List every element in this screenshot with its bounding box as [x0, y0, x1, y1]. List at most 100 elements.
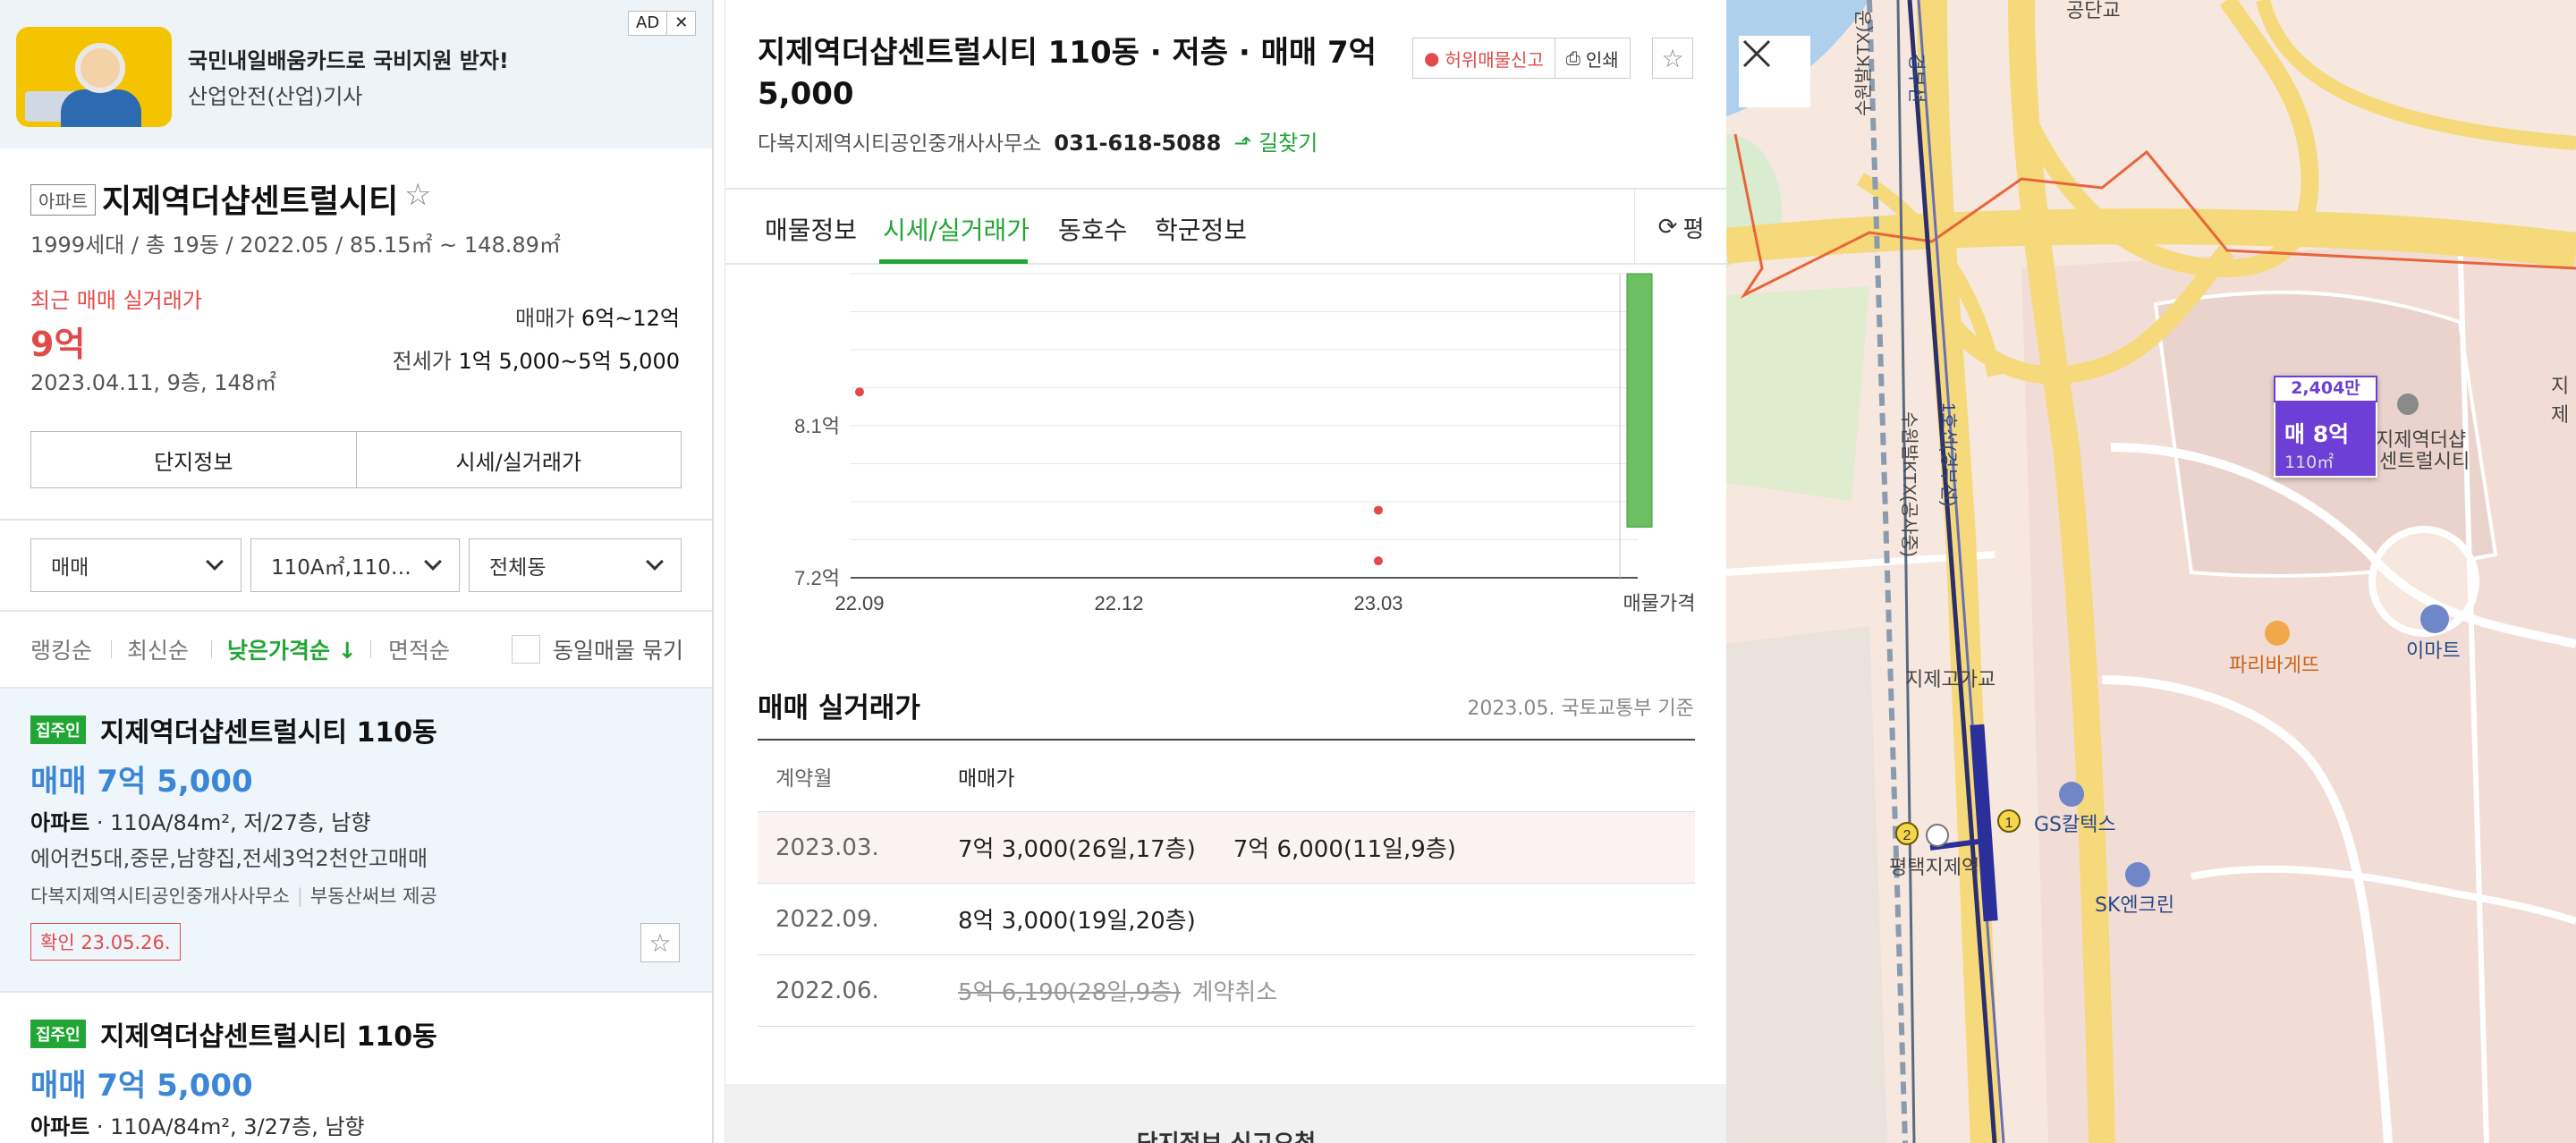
- map-label: 파리바게뜨: [2229, 655, 2320, 677]
- bottom-section: 단지정보 신고요청: [725, 1084, 1726, 1143]
- table-row[interactable]: 2023.03. 7억 3,000(26일,17층) 7억 6,000(11일,9…: [758, 812, 1695, 884]
- complex-info-button[interactable]: 단지정보: [31, 432, 356, 487]
- listing-type: 아파트: [30, 810, 90, 835]
- favorite-star-icon[interactable]: ☆: [1652, 38, 1693, 79]
- x-tick-label: 22.12: [1094, 592, 1143, 614]
- sort-latest[interactable]: 최신순: [127, 633, 189, 665]
- listing-price-label: 매물가격: [1623, 592, 1696, 614]
- ad-banner[interactable]: 국민내일배움카드로 국비지원 받자! 산업안전(산업)기사 AD ✕: [0, 0, 712, 148]
- x-tick-label: 23.03: [1353, 592, 1402, 614]
- sort-area[interactable]: 면적순: [388, 633, 450, 665]
- sale-range-value: 6억~12억: [580, 306, 680, 331]
- listing-title[interactable]: 지제역더샵센트럴시티 110동: [100, 710, 437, 749]
- jeonse-price-range: 전세가 1억 5,000~5억 5,000: [393, 343, 680, 375]
- ad-label: AD: [636, 13, 660, 32]
- listing-item[interactable]: 집주인 지제역더샵센트럴시티 110동 매매 7억 5,000 아파트 · 11…: [0, 991, 712, 1143]
- detail-agency: 다복지제역시티공인중개사사무소 031-618-5088 ⬏ 길찾기: [758, 125, 1318, 157]
- siren-icon: ●: [1424, 47, 1440, 69]
- listing-type: 아파트: [30, 1114, 90, 1139]
- ad-close-icon[interactable]: ✕: [666, 12, 695, 35]
- map-label: 이마트: [2406, 640, 2461, 663]
- complex-price-button[interactable]: 시세/실거래가: [355, 432, 682, 487]
- jeonse-range-value: 1억 5,000~5억 5,000: [458, 349, 680, 374]
- listing-spec: 아파트 · 110A/84m², 3/27층, 남향: [30, 1109, 365, 1140]
- table-row[interactable]: 2022.06. 5억 6,190(28일,9층) 계약취소: [758, 955, 1695, 1027]
- rail-label-line1: 1호선(경부선): [1938, 402, 1959, 506]
- ad-image[interactable]: [16, 27, 172, 127]
- deal-point: [1374, 556, 1383, 566]
- deal-price: 7억 6,000(11일,9층): [1233, 836, 1456, 863]
- listing-price-bar: [1626, 273, 1653, 528]
- tab-unit[interactable]: 동호수: [1058, 211, 1127, 247]
- recent-deal-price: 9억: [30, 325, 86, 364]
- deals-table: 계약월 매매가 2023.03. 7억 3,000(26일,17층) 7억 6,0…: [758, 739, 1695, 1027]
- report-request-link[interactable]: 단지정보 신고요청: [725, 1125, 1726, 1143]
- favorite-star-icon[interactable]: ☆: [404, 177, 431, 213]
- deal-price: 7억 3,000(26일,17층): [958, 836, 1196, 863]
- map-label: 센트럴시티: [2379, 451, 2470, 473]
- sale-price-range: 매매가 6억~12억: [515, 301, 680, 332]
- map[interactable]: 2 1 수원발KTX(공 경부선 수원발KTX(공사중) 1호선(경부선) 공단…: [1726, 0, 2576, 1143]
- sort-low-price[interactable]: 낮은가격순 ↓: [227, 633, 357, 665]
- listing-agency: 다복지제역시티공인중개사사무소 | 부동산써브 제공: [30, 885, 437, 907]
- marker-price: 매 8억: [2284, 421, 2350, 447]
- deal-month: 2022.09.: [775, 905, 879, 933]
- deal-price: 8억 3,000(19일,20층): [958, 908, 1196, 935]
- route-label: 길찾기: [1258, 131, 1318, 156]
- price-marker[interactable]: 2,404만 매 8억 110㎡: [2274, 376, 2377, 478]
- tab-listing-info[interactable]: 매물정보: [765, 211, 857, 247]
- bundle-label[interactable]: 동일매물 묶기: [553, 633, 683, 665]
- map-canvas[interactable]: 2 1 수원발KTX(공 경부선 수원발KTX(공사중) 1호선(경부선): [1726, 0, 2576, 1143]
- sort-bar: 랭킹순 최신순 낮은가격순 ↓ 면적순 동일매물 묶기: [0, 614, 712, 685]
- detail-tabs: 매물정보 시세/실거래가 동호수 학군정보 ⟳ 평: [725, 188, 1726, 265]
- star-icon[interactable]: ☆: [640, 923, 680, 962]
- route-link[interactable]: ⬏ 길찾기: [1233, 131, 1318, 156]
- report-button[interactable]: ● 허위매물신고: [1413, 38, 1555, 78]
- listing-price: 매매 7억 5,000: [30, 1068, 253, 1104]
- map-label: 지제: [2551, 376, 2570, 427]
- complex-summary: 아파트 지제역더샵센트럴시티 ☆ 1999세대 / 총 19동 / 2022.0…: [0, 148, 712, 521]
- bundle-checkbox[interactable]: [512, 635, 540, 664]
- cancel-note: 계약취소: [1191, 979, 1278, 1006]
- listing-item[interactable]: 집주인 지제역더샵센트럴시티 110동 매매 7억 5,000 아파트 · 11…: [0, 687, 712, 991]
- map-label: GS칼텍스: [2034, 814, 2116, 836]
- close-icon[interactable]: [1739, 36, 1810, 107]
- ad-title[interactable]: 국민내일배움카드로 국비지원 받자!: [188, 43, 509, 74]
- sort-rank[interactable]: 랭킹순: [30, 633, 92, 665]
- complex-tabs: 단지정보 시세/실거래가: [30, 431, 682, 488]
- y-tick-label: 8.1억: [794, 415, 840, 437]
- print-icon: ⎙: [1565, 47, 1580, 69]
- area-select[interactable]: 110A㎡,110…: [250, 538, 460, 592]
- print-button[interactable]: ⎙ 인쇄: [1554, 38, 1630, 78]
- station-number: 1: [2005, 816, 2013, 831]
- chevron-down-icon: [424, 553, 442, 571]
- recent-deal-label: 최근 매매 실거래가: [30, 288, 202, 313]
- header-price: 매매가: [958, 766, 1015, 791]
- tab-school[interactable]: 학군정보: [1155, 211, 1247, 247]
- dong-select[interactable]: 전체동: [469, 538, 682, 592]
- agency-phone[interactable]: 031-618-5088: [1054, 131, 1221, 156]
- deals-basis: 2023.05. 국토교통부 기준: [1467, 698, 1694, 720]
- price-chart: 8.1억 7.2억 22.09 22.12 23.03 매물가격: [794, 273, 1696, 614]
- deal-prices: 8억 3,000(19일,20층): [958, 902, 1695, 936]
- listing-title[interactable]: 지제역더샵센트럴시티 110동: [100, 1014, 437, 1054]
- listing-spec-text: · 110A/84m², 저/27층, 남향: [89, 810, 371, 835]
- map-label: SK엔크린: [2095, 894, 2175, 917]
- ad-subtitle[interactable]: 산업안전(산업)기사: [188, 79, 362, 110]
- recent-deal-date: 2023.04.11, 9층, 148㎡: [30, 370, 277, 395]
- report-label: 허위매물신고: [1445, 48, 1544, 71]
- complex-name[interactable]: 지제역더샵센트럴시티: [102, 175, 398, 222]
- trade-type-select[interactable]: 매매: [30, 538, 242, 592]
- deal-month: 2023.03.: [775, 834, 879, 861]
- jeonse-label: 전세가: [392, 349, 452, 374]
- ad-badge: AD ✕: [628, 11, 697, 36]
- table-header: 계약월 매매가: [758, 739, 1695, 812]
- complex-info: 1999세대 / 총 19동 / 2022.05 / 85.15㎡ ~ 148.…: [30, 233, 561, 258]
- area-unit-toggle[interactable]: ⟳ 평: [1634, 190, 1726, 265]
- area-value: 110A㎡,110…: [271, 556, 411, 580]
- report-print-group: ● 허위매물신고 ⎙ 인쇄: [1412, 38, 1631, 79]
- tab-price[interactable]: 시세/실거래가: [883, 211, 1030, 247]
- listing-spec-text: · 110A/84m², 3/27층, 남향: [89, 1114, 365, 1139]
- table-row[interactable]: 2022.09. 8억 3,000(19일,20층): [758, 884, 1695, 955]
- map-label: 평택지제역: [1889, 857, 1980, 879]
